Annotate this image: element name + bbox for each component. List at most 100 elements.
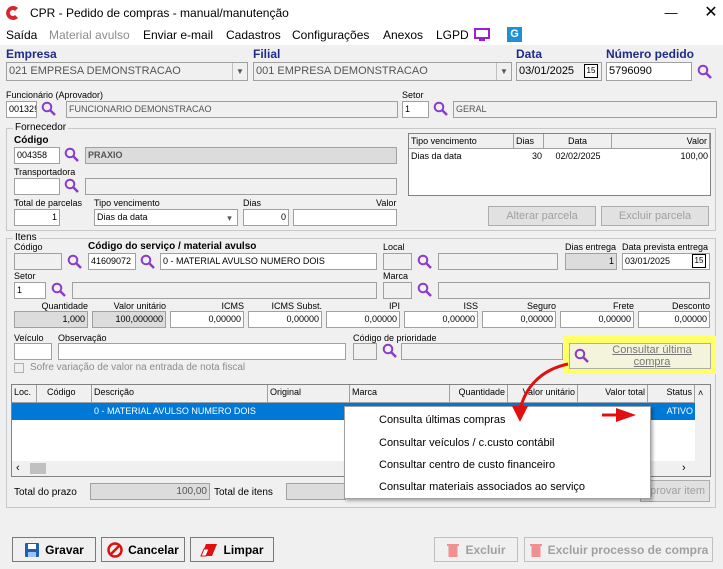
context-menu-item[interactable]: Consulta últimas compras bbox=[379, 414, 506, 426]
column-header[interactable]: Valor bbox=[612, 134, 710, 149]
valor-unitario-field: 100,000000 bbox=[92, 311, 166, 328]
menu-anexos[interactable]: Anexos bbox=[383, 28, 423, 42]
observacao-field[interactable] bbox=[58, 343, 346, 360]
empresa-select[interactable]: 021 EMPRESA DEMONSTRACAO ▼ bbox=[6, 62, 248, 81]
menu-enviar-email[interactable]: Enviar e-mail bbox=[143, 28, 213, 42]
sofre-variacao-checkbox[interactable] bbox=[14, 363, 24, 373]
local-name-field bbox=[438, 253, 558, 270]
g-app-icon[interactable]: G bbox=[507, 27, 522, 42]
table-cell[interactable]: 100,00 bbox=[612, 149, 710, 163]
marca-code-field[interactable] bbox=[383, 282, 412, 299]
column-header[interactable]: Código bbox=[37, 385, 92, 403]
menu-saida[interactable]: Saída bbox=[6, 28, 37, 42]
excluir-processo-button[interactable]: Excluir processo de compra bbox=[524, 537, 713, 562]
chevron-down-icon[interactable]: ▼ bbox=[496, 63, 511, 80]
search-icon[interactable] bbox=[67, 254, 83, 270]
search-icon[interactable] bbox=[697, 64, 713, 80]
search-icon[interactable] bbox=[41, 101, 57, 117]
column-header[interactable]: Loc. bbox=[12, 385, 37, 403]
search-icon[interactable] bbox=[382, 343, 398, 359]
column-header[interactable]: Marca bbox=[350, 385, 450, 403]
iss-field[interactable]: 0,00000 bbox=[404, 311, 478, 328]
table-cell[interactable]: ATIVO bbox=[648, 404, 695, 418]
desconto-field[interactable]: 0,00000 bbox=[638, 311, 710, 328]
search-icon[interactable] bbox=[64, 147, 80, 163]
local-code-field[interactable] bbox=[383, 253, 412, 270]
menu-cadastros[interactable]: Cadastros bbox=[226, 28, 281, 42]
monitor-icon[interactable] bbox=[474, 28, 490, 42]
excluir-parcela-button[interactable]: Excluir parcela bbox=[601, 206, 709, 226]
menu-lgpd[interactable]: LGPD bbox=[436, 28, 469, 42]
chevron-down-icon[interactable]: ▾ bbox=[222, 210, 237, 225]
prioridade-code-field[interactable] bbox=[353, 343, 377, 360]
column-header[interactable]: Original bbox=[268, 385, 350, 403]
search-icon[interactable] bbox=[64, 178, 80, 194]
numero-pedido-field[interactable]: 5796090 bbox=[606, 62, 692, 81]
servico-desc-field[interactable]: 0 - MATERIAL AVULSO NUMERO DOIS bbox=[160, 253, 377, 270]
scrollbar-thumb[interactable] bbox=[30, 463, 46, 474]
alterar-parcela-button[interactable]: Alterar parcela bbox=[488, 206, 596, 226]
tipo-vencimento-select[interactable]: Dias da data ▾ bbox=[94, 209, 238, 226]
column-header[interactable]: Status bbox=[648, 385, 695, 403]
icms-field[interactable]: 0,00000 bbox=[170, 311, 244, 328]
parcelas-grid[interactable]: Tipo vencimento Dias Data Valor Dias da … bbox=[408, 133, 711, 196]
seguro-label: Seguro bbox=[526, 301, 556, 311]
fornecedor-codigo-field[interactable]: 004358 bbox=[14, 147, 60, 164]
search-icon[interactable] bbox=[433, 101, 449, 117]
cancel-icon bbox=[107, 541, 123, 558]
chevron-up-icon[interactable]: ˄ bbox=[698, 388, 703, 398]
filial-select[interactable]: 001 EMPRESA DEMONSTRACAO ▼ bbox=[253, 62, 512, 81]
column-header[interactable]: Tipo vencimento bbox=[409, 134, 514, 149]
close-icon[interactable]: ✕ bbox=[690, 0, 723, 26]
chevron-right-icon[interactable]: › bbox=[682, 462, 686, 474]
menu-configuracoes[interactable]: Configurações bbox=[292, 28, 369, 42]
search-icon[interactable] bbox=[417, 282, 433, 298]
gravar-button[interactable]: Gravar bbox=[12, 537, 96, 562]
total-parcelas-field[interactable]: 1 bbox=[14, 209, 60, 226]
search-icon[interactable] bbox=[140, 254, 156, 270]
frete-label: Frete bbox=[612, 301, 634, 311]
ipi-field[interactable]: 0,00000 bbox=[326, 311, 400, 328]
icms-subst-field[interactable]: 0,00000 bbox=[248, 311, 322, 328]
funcionario-code-field[interactable]: 00132! bbox=[6, 101, 37, 118]
minimize-icon[interactable]: — bbox=[650, 0, 692, 26]
limpar-button[interactable]: Limpar bbox=[190, 537, 274, 562]
table-cell[interactable]: 30 bbox=[514, 149, 544, 163]
search-icon[interactable] bbox=[417, 254, 433, 270]
setor-name-field: GERAL bbox=[453, 101, 717, 118]
search-icon[interactable] bbox=[51, 282, 67, 298]
column-header[interactable]: Dias bbox=[514, 134, 544, 149]
item-setor-name-field bbox=[72, 282, 377, 299]
vertical-scrollbar[interactable]: ˄ bbox=[695, 385, 710, 461]
excluir-button[interactable]: Excluir bbox=[434, 537, 518, 562]
cancelar-label: Cancelar bbox=[128, 542, 179, 557]
item-codigo-field[interactable] bbox=[14, 253, 62, 270]
column-header[interactable]: Descrição bbox=[92, 385, 268, 403]
item-setor-code-field[interactable]: 1 bbox=[14, 282, 46, 299]
context-menu-item[interactable]: Consultar centro de custo financeiro bbox=[379, 459, 555, 471]
servico-code-field[interactable]: 41609072 bbox=[88, 253, 136, 270]
chevron-down-icon[interactable]: ▼ bbox=[232, 63, 247, 80]
context-menu-item[interactable]: Consultar veículos / c.custo contábil bbox=[379, 437, 554, 449]
dias-field[interactable]: 0 bbox=[243, 209, 289, 226]
table-cell[interactable]: 0 - MATERIAL AVULSO NUMERO DOIS bbox=[92, 404, 258, 418]
veiculo-field[interactable] bbox=[14, 343, 52, 360]
calendar-icon[interactable]: 15 bbox=[692, 254, 706, 268]
calendar-icon[interactable]: 15 bbox=[584, 64, 598, 78]
table-cell[interactable]: Dias da data bbox=[409, 149, 514, 163]
menu-material-avulso[interactable]: Material avulso bbox=[49, 28, 130, 42]
column-header[interactable]: Data bbox=[544, 134, 612, 149]
seguro-field[interactable]: 0,00000 bbox=[482, 311, 556, 328]
table-cell[interactable]: 02/02/2025 bbox=[544, 149, 612, 163]
cancelar-button[interactable]: Cancelar bbox=[101, 537, 185, 562]
transportadora-code-field[interactable] bbox=[14, 178, 60, 195]
frete-field[interactable]: 0,00000 bbox=[560, 311, 634, 328]
item-codigo-label: Código bbox=[14, 242, 43, 252]
filial-label: Filial bbox=[253, 47, 281, 61]
window-title: CPR - Pedido de compras - manual/manuten… bbox=[30, 6, 289, 20]
setor-code-field[interactable]: 1 bbox=[402, 101, 429, 118]
iss-label: ISS bbox=[463, 301, 478, 311]
chevron-left-icon[interactable]: ‹ bbox=[16, 462, 20, 474]
context-menu-item[interactable]: Consultar materiais associados ao serviç… bbox=[379, 481, 585, 493]
valor-field[interactable] bbox=[293, 209, 397, 226]
